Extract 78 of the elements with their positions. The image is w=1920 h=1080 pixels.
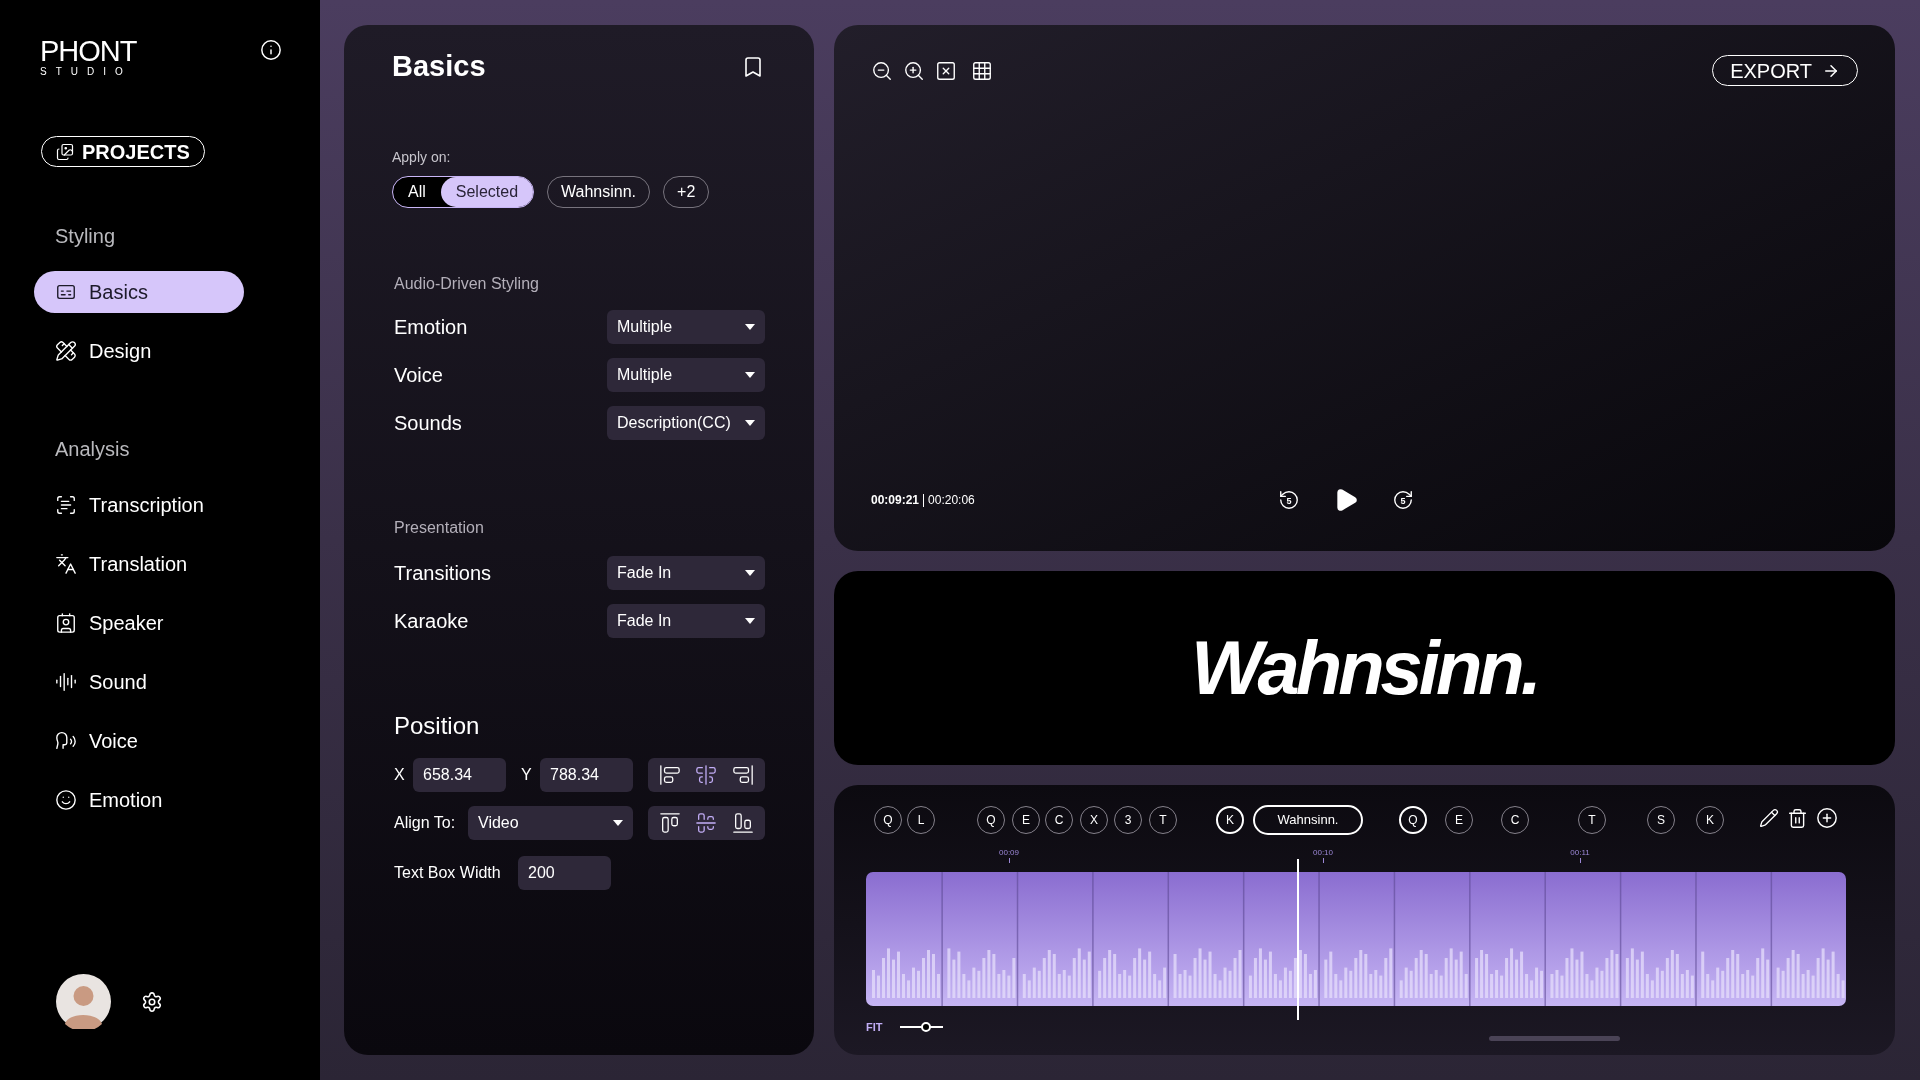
images-icon xyxy=(56,142,74,161)
segment[interactable]: Selected xyxy=(440,176,534,207)
align-left-icon xyxy=(659,763,682,786)
skip-forward-button[interactable]: 5 xyxy=(1391,488,1415,512)
setting-label: Transitions xyxy=(394,560,492,586)
number-field[interactable]: 788.34 xyxy=(540,757,633,792)
field-label: Y xyxy=(521,764,533,785)
nav-item[interactable]: Design xyxy=(34,330,244,372)
section-title: Position xyxy=(394,710,481,741)
sound-wave-icon xyxy=(55,671,77,693)
time-tick: 00:09 xyxy=(999,848,1019,858)
logo: PHONT STUDIO xyxy=(40,36,137,78)
time-tick: 00:10 xyxy=(1313,848,1333,858)
zoom-out-icon[interactable] xyxy=(871,59,893,82)
setting-label: Karaoke xyxy=(394,608,469,634)
align-center-icon xyxy=(695,763,718,786)
caret-icon xyxy=(745,569,755,576)
zoom-in-icon[interactable] xyxy=(903,59,925,82)
add-icon[interactable] xyxy=(1816,807,1838,829)
align-top-icon xyxy=(659,811,682,834)
scan-text-icon xyxy=(55,494,77,516)
zoom-label: FIT xyxy=(866,1020,883,1035)
time-tick: 00:11 xyxy=(1570,848,1590,858)
apply-on-label: Apply on: xyxy=(392,147,452,167)
marker-chip[interactable]: K xyxy=(1216,806,1244,834)
marker-chip[interactable]: Q xyxy=(1399,806,1427,834)
dropdown[interactable]: Description(CC) xyxy=(607,405,765,440)
panel-title: Basics xyxy=(392,49,486,84)
grid-icon[interactable] xyxy=(971,59,993,82)
settings-icon[interactable] xyxy=(141,990,163,1013)
field-label: X xyxy=(394,764,406,785)
nav-item[interactable]: Voice xyxy=(34,720,244,762)
trash-icon[interactable] xyxy=(1787,807,1808,829)
number-field[interactable]: 658.34 xyxy=(413,757,506,792)
dropdown[interactable]: Multiple xyxy=(607,357,765,392)
section-heading: Presentation xyxy=(394,517,485,538)
crossed-box-icon[interactable] xyxy=(935,59,957,82)
timecode: 00:09:21 00:20:06 xyxy=(871,492,976,509)
pencil-ruler-icon xyxy=(55,340,77,362)
dropdown[interactable]: Fade In xyxy=(607,555,765,590)
number-field[interactable]: 200 xyxy=(518,855,611,890)
caret-icon xyxy=(745,323,755,330)
segment[interactable]: All xyxy=(393,176,441,207)
nav-item[interactable]: Basics xyxy=(34,271,244,313)
dropdown[interactable]: Fade In xyxy=(607,603,765,638)
zoom-slider-thumb[interactable] xyxy=(920,1022,931,1032)
setting-label: Sounds xyxy=(394,410,462,436)
smiley-icon xyxy=(55,789,77,811)
nav-item[interactable]: Transcription xyxy=(34,484,244,526)
section-heading: Audio-Driven Styling xyxy=(394,273,540,294)
section-heading: Analysis xyxy=(54,437,131,462)
align-bottom-icon xyxy=(731,811,754,834)
caret-icon xyxy=(745,419,755,426)
caret-icon xyxy=(745,371,755,378)
nav-item[interactable]: Sound xyxy=(34,661,244,703)
dropdown[interactable]: Multiple xyxy=(607,309,765,344)
word-pill[interactable]: Wahnsinn. xyxy=(1253,805,1363,835)
align-right-icon xyxy=(731,763,754,786)
nav-item[interactable]: Translation xyxy=(34,543,244,585)
skip-back-button[interactable]: 5 xyxy=(1277,488,1301,512)
field-label: Align To: xyxy=(394,812,457,833)
info-icon[interactable] xyxy=(260,39,282,61)
translate-icon xyxy=(55,553,77,575)
avatar[interactable] xyxy=(56,974,111,1029)
align-middle-icon xyxy=(695,811,718,834)
caret-icon xyxy=(613,819,623,826)
id-card-icon xyxy=(55,612,77,634)
setting-label: Voice xyxy=(394,362,443,388)
setting-label: Emotion xyxy=(394,314,468,340)
field-label: Text Box Width xyxy=(394,862,502,883)
caption-text: Wahnsinn. xyxy=(1191,624,1538,712)
dropdown[interactable]: Video xyxy=(468,805,633,840)
section-heading: Styling xyxy=(54,224,117,249)
speaking-person-icon xyxy=(55,730,77,752)
nav-item[interactable]: Emotion xyxy=(34,779,244,821)
nav-item[interactable]: Speaker xyxy=(34,602,244,644)
caret-icon xyxy=(745,617,755,624)
pencil-icon[interactable] xyxy=(1759,808,1779,828)
